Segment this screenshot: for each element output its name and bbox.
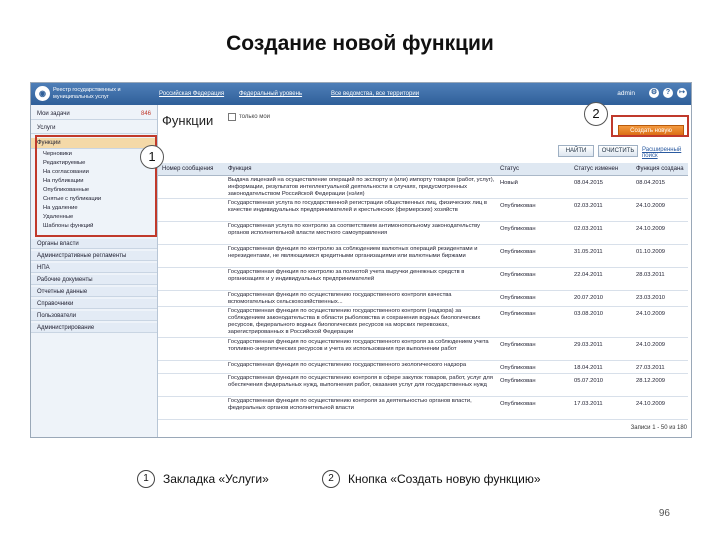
clear-button[interactable]: ОЧИСТИТЬ xyxy=(598,145,638,157)
advanced-search-link[interactable]: Расширенный поиск xyxy=(642,147,691,159)
sidebar-item-references[interactable]: Справочники xyxy=(31,299,157,309)
table-row[interactable]: Государственная функция по осуществлению… xyxy=(158,374,688,397)
callout-badge-2: 2 xyxy=(584,102,608,126)
legend-text-1: Закладка «Услуги» xyxy=(163,472,269,486)
page-title: Функции xyxy=(162,113,214,128)
legend-item-1: 1 Закладка «Услуги» xyxy=(137,470,269,488)
settings-icon[interactable]: ⚙ xyxy=(649,88,659,98)
col-function[interactable]: Функция xyxy=(228,166,252,172)
table-header: Номер сообщения Функция Статус Статус из… xyxy=(158,163,688,176)
slide-title: Создание новой функции xyxy=(226,32,494,55)
table-row[interactable]: Государственная функция по осуществлению… xyxy=(158,361,688,374)
table-row[interactable]: Государственная функция по контролю за п… xyxy=(158,268,688,291)
sidebar-item-admin[interactable]: Администрирование xyxy=(31,323,157,333)
sidebar-item-npa[interactable]: НПА xyxy=(31,263,157,273)
table-row[interactable]: Выдача лицензий на осуществление операци… xyxy=(158,176,688,199)
only-mine-filter[interactable]: только мои xyxy=(228,113,270,121)
col-created[interactable]: Функция создана xyxy=(636,166,684,172)
sidebar-item-users[interactable]: Пользователи xyxy=(31,311,157,321)
sidebar-item-services[interactable]: Услуги xyxy=(31,123,157,134)
nav-level[interactable]: Федеральный уровень xyxy=(239,91,302,97)
sidebar-item-work-docs[interactable]: Рабочие документы xyxy=(31,275,157,285)
pagination-info: Записи 1 - 50 из 180 xyxy=(630,425,687,431)
sidebar-item-authorities[interactable]: Органы власти xyxy=(31,239,157,249)
only-mine-checkbox[interactable] xyxy=(228,113,236,121)
highlight-box-2 xyxy=(611,115,689,137)
exit-icon[interactable]: ↦ xyxy=(677,88,687,98)
help-icon[interactable]: ? xyxy=(663,88,673,98)
app-brand: Реестр государственных и муниципальных у… xyxy=(53,87,121,100)
legend-item-2: 2 Кнопка «Создать новую функцию» xyxy=(322,470,541,488)
table-row[interactable]: Государственная функция по осуществлению… xyxy=(158,338,688,361)
table-row[interactable]: Государственная функция по осуществлению… xyxy=(158,307,688,338)
table-row[interactable]: Государственная функция по осуществлению… xyxy=(158,291,688,307)
page-number: 96 xyxy=(658,508,670,519)
table-row[interactable]: Государственная функция по контролю за с… xyxy=(158,245,688,268)
sidebar-item-tasks[interactable]: Мои задачи 846 xyxy=(31,109,157,120)
user-name[interactable]: admin xyxy=(617,90,635,97)
sidebar-item-regulations[interactable]: Административные регламенты xyxy=(31,251,157,261)
table-row[interactable]: Государственная услуга по государственно… xyxy=(158,199,688,222)
app-screenshot: ◉ Реестр государственных и муниципальных… xyxy=(30,82,692,438)
col-status[interactable]: Статус xyxy=(500,166,519,172)
col-status-changed[interactable]: Статус изменен xyxy=(574,166,618,172)
legend-text-2: Кнопка «Создать новую функцию» xyxy=(348,472,541,486)
app-logo-icon: ◉ xyxy=(35,86,50,101)
table-row[interactable]: Государственная услуга по контролю за со… xyxy=(158,222,688,245)
main-panel: Функции только мои Создать новую функцию… xyxy=(158,105,691,437)
legend-badge-1: 1 xyxy=(137,470,155,488)
sidebar-item-reports[interactable]: Отчетные данные xyxy=(31,287,157,297)
col-number[interactable]: Номер сообщения xyxy=(162,166,213,172)
nav-agency[interactable]: Все ведомства, все территории xyxy=(331,91,419,97)
table-row[interactable]: Государственная функция по осуществлению… xyxy=(158,397,688,420)
nav-region[interactable]: Российская Федерация xyxy=(159,91,224,97)
find-button[interactable]: НАЙТИ xyxy=(558,145,594,157)
legend-badge-2: 2 xyxy=(322,470,340,488)
only-mine-label: только мои xyxy=(239,114,271,120)
callout-badge-1: 1 xyxy=(140,145,164,169)
highlight-box-1 xyxy=(35,135,157,237)
